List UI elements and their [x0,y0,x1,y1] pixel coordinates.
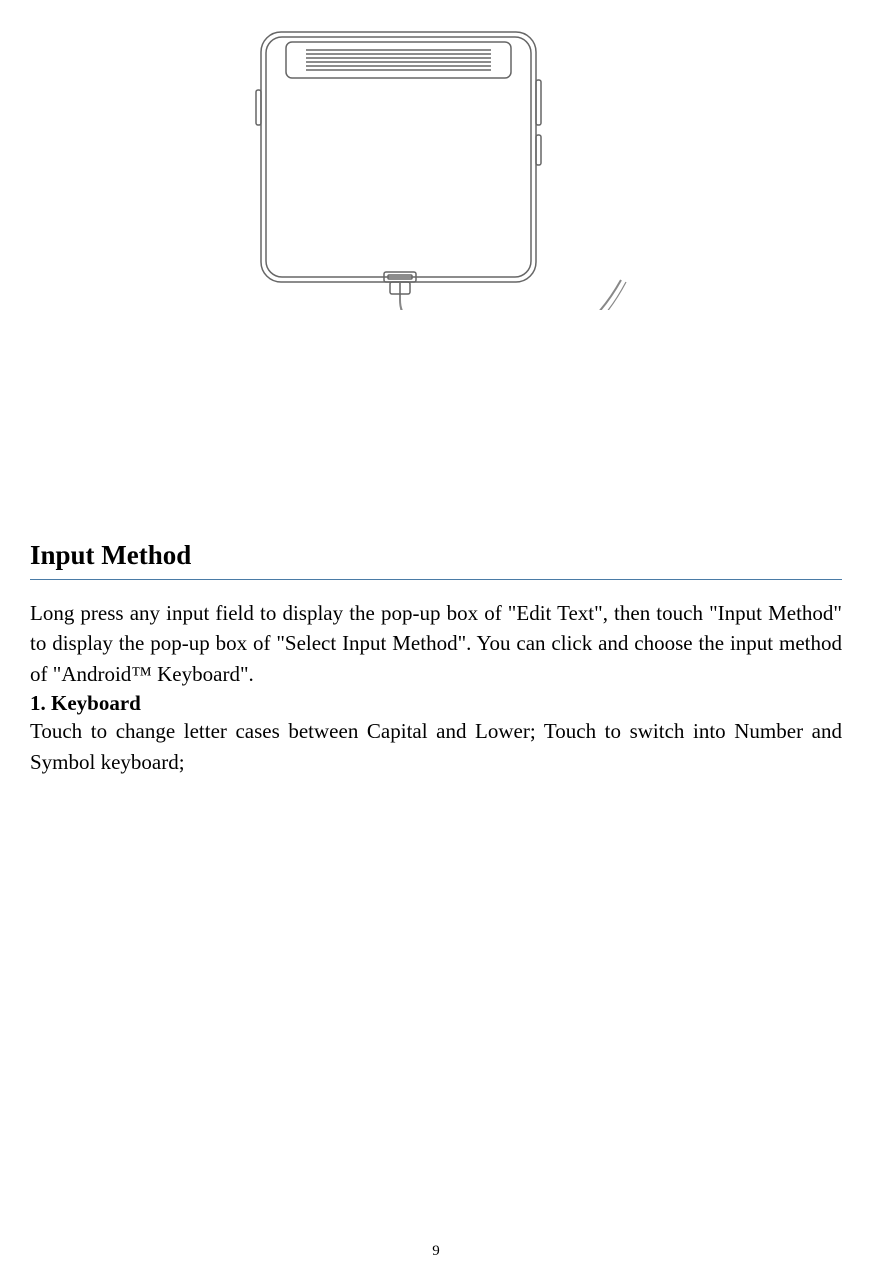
intro-paragraph: Long press any input field to display th… [30,598,842,689]
phone-illustration [30,0,842,370]
page-number: 9 [0,1243,872,1260]
list-item-body: Touch to change letter cases between Cap… [30,716,842,777]
section-title: Input Method [30,540,842,571]
section-divider [30,579,842,580]
phone-line-drawing-icon [226,20,646,310]
list-item-heading: 1. Keyboard [30,691,842,716]
